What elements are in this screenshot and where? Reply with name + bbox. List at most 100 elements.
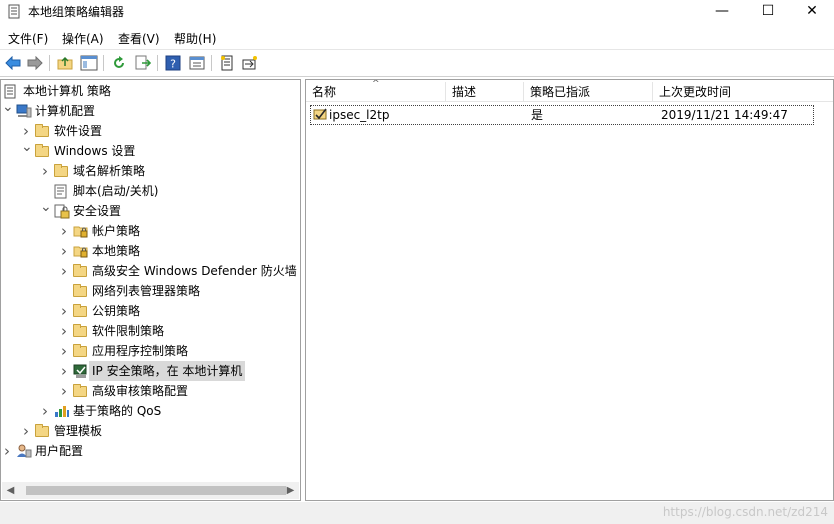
tree-item[interactable]: ⌄ 安全设置 bbox=[1, 199, 300, 221]
folder-icon bbox=[73, 344, 89, 358]
tree-item[interactable]: › 帐户策略 bbox=[1, 221, 300, 241]
tree-item[interactable]: 网络列表管理器策略 bbox=[1, 281, 300, 301]
folder-icon bbox=[54, 164, 70, 178]
close-button[interactable]: ✕ bbox=[790, 0, 834, 22]
up-folder-icon[interactable] bbox=[55, 53, 75, 73]
properties-icon[interactable] bbox=[187, 53, 207, 73]
folder-icon bbox=[73, 264, 89, 278]
tree-item-label: 高级安全 Windows Defender 防火墙 bbox=[92, 264, 297, 278]
tree-item-label: Windows 设置 bbox=[54, 144, 136, 158]
column-description-header[interactable]: 描述 bbox=[446, 82, 524, 102]
ip-security-icon bbox=[73, 364, 89, 378]
sort-ascending-icon: ^ bbox=[372, 79, 380, 89]
watermark-text: https://blog.csdn.net/zd214 bbox=[662, 505, 828, 519]
chevron-right-icon[interactable]: › bbox=[59, 381, 69, 401]
status-bar: https://blog.csdn.net/zd214 bbox=[0, 502, 834, 524]
forward-arrow-icon[interactable] bbox=[25, 53, 45, 73]
export-list-icon[interactable] bbox=[133, 53, 153, 73]
tree-item-label: 域名解析策略 bbox=[73, 164, 146, 178]
tree-item-label: 公钥策略 bbox=[92, 304, 141, 318]
tree-item-label: 软件限制策略 bbox=[92, 324, 165, 338]
security-settings-icon bbox=[54, 204, 70, 219]
tree-item[interactable]: 本地计算机 策略 bbox=[1, 81, 300, 101]
policy-app-icon bbox=[8, 4, 20, 19]
back-arrow-icon[interactable] bbox=[3, 53, 23, 73]
horizontal-scrollbar[interactable]: ◀ ▶ bbox=[2, 482, 299, 499]
menu-file[interactable]: 文件(F) bbox=[8, 30, 48, 47]
tree-item[interactable]: › 高级审核策略配置 bbox=[1, 381, 300, 401]
help-icon[interactable]: ? bbox=[163, 53, 183, 73]
chevron-right-icon[interactable]: › bbox=[59, 361, 69, 381]
folder-icon bbox=[35, 424, 51, 438]
script-icon bbox=[54, 184, 70, 199]
menu-help[interactable]: 帮助(H) bbox=[174, 30, 216, 47]
tree-item[interactable]: › 本地策略 bbox=[1, 241, 300, 261]
tree-item[interactable]: › 用户配置 bbox=[1, 441, 300, 461]
tree-item[interactable]: 脚本(启动/关机) bbox=[1, 181, 300, 201]
list-header: ^ 名称 描述 策略已指派 上次更改时间 bbox=[306, 79, 833, 102]
tree-item-label: 帐户策略 bbox=[92, 224, 141, 238]
maximize-button[interactable]: ☐ bbox=[746, 0, 790, 22]
new-policy-icon[interactable] bbox=[240, 53, 260, 73]
chevron-right-icon[interactable]: › bbox=[59, 301, 69, 321]
chevron-right-icon[interactable]: › bbox=[59, 321, 69, 341]
tree-item[interactable]: ⌄ Windows 设置 bbox=[1, 139, 300, 161]
tree-item[interactable]: › 公钥策略 bbox=[1, 301, 300, 321]
chevron-right-icon[interactable]: › bbox=[2, 441, 12, 461]
tree-item[interactable]: › 基于策略的 QoS bbox=[1, 401, 300, 421]
chevron-right-icon[interactable]: › bbox=[59, 261, 69, 281]
toolbar-separator bbox=[103, 55, 104, 71]
tree-item[interactable]: › 管理模板 bbox=[1, 421, 300, 441]
column-modified-header[interactable]: 上次更改时间 bbox=[653, 82, 833, 102]
menu-bar: 文件(F) 操作(A) 查看(V) 帮助(H) bbox=[0, 28, 834, 48]
chevron-right-icon[interactable]: › bbox=[21, 121, 31, 141]
column-name-label: 名称 bbox=[312, 85, 337, 99]
tree-item-label: 脚本(启动/关机) bbox=[73, 184, 159, 198]
tree-item-label: 用户配置 bbox=[35, 444, 84, 458]
toolbar: ? bbox=[0, 49, 834, 77]
toolbar-separator bbox=[211, 55, 212, 71]
tree-item[interactable]: › 高级安全 Windows Defender 防火墙 bbox=[1, 261, 300, 281]
chevron-right-icon[interactable]: › bbox=[40, 401, 50, 421]
tree-item[interactable]: › 软件限制策略 bbox=[1, 321, 300, 341]
tree-item-label: 本地计算机 策略 bbox=[23, 84, 111, 98]
tree-item[interactable]: › 域名解析策略 bbox=[1, 161, 300, 181]
policy-name-cell: ipsec_l2tp bbox=[329, 108, 390, 122]
column-name-header[interactable]: ^ 名称 bbox=[306, 79, 446, 102]
tree-item-label: IP 安全策略，在 本地计算机 bbox=[89, 361, 246, 381]
chevron-right-icon[interactable]: › bbox=[21, 421, 31, 441]
ip-policy-icon bbox=[313, 107, 329, 125]
scroll-right-arrow-icon[interactable]: ▶ bbox=[282, 482, 299, 499]
computer-icon bbox=[16, 104, 32, 118]
policy-doc-icon bbox=[4, 84, 20, 99]
filter-icon[interactable] bbox=[217, 53, 237, 73]
chevron-right-icon[interactable]: › bbox=[59, 241, 69, 261]
tree-item[interactable]: › IP 安全策略，在 本地计算机 bbox=[1, 361, 300, 381]
chevron-right-icon[interactable]: › bbox=[40, 161, 50, 181]
qos-chart-icon bbox=[54, 404, 70, 418]
tree-item-label: 安全设置 bbox=[73, 204, 122, 218]
tree-item[interactable]: › 应用程序控制策略 bbox=[1, 341, 300, 361]
refresh-icon[interactable] bbox=[109, 53, 129, 73]
details-list-pane[interactable]: ^ 名称 描述 策略已指派 上次更改时间 ipsec_l2tp 是 2019/1… bbox=[305, 79, 834, 501]
show-hide-tree-icon[interactable] bbox=[79, 53, 99, 73]
tree-item-label: 本地策略 bbox=[92, 244, 141, 258]
table-row[interactable]: ipsec_l2tp 是 2019/11/21 14:49:47 bbox=[310, 105, 814, 125]
column-assigned-header[interactable]: 策略已指派 bbox=[524, 82, 653, 102]
tree-item[interactable]: › 软件设置 bbox=[1, 121, 300, 141]
scrollbar-thumb[interactable] bbox=[26, 486, 286, 495]
menu-view[interactable]: 查看(V) bbox=[118, 30, 160, 47]
tree-item-label: 管理模板 bbox=[54, 424, 103, 438]
chevron-right-icon[interactable]: › bbox=[59, 221, 69, 241]
title-bar[interactable]: 本地组策略编辑器 — ☐ ✕ bbox=[0, 0, 834, 24]
console-tree-pane[interactable]: › 用户配置 › 管理模板 › 基于策略的 QoS › 高级审核策略配置 › IP 安全策略，在 … bbox=[0, 79, 301, 501]
minimize-button[interactable]: — bbox=[700, 0, 744, 22]
scroll-left-arrow-icon[interactable]: ◀ bbox=[2, 482, 19, 499]
menu-action[interactable]: 操作(A) bbox=[62, 30, 104, 47]
tree-item-label: 应用程序控制策略 bbox=[92, 344, 189, 358]
tree-item-label: 网络列表管理器策略 bbox=[92, 284, 201, 298]
chevron-right-icon[interactable]: › bbox=[59, 341, 69, 361]
tree-item[interactable]: ⌄ 计算机配置 bbox=[1, 99, 300, 121]
toolbar-separator bbox=[49, 55, 50, 71]
policy-assigned-cell: 是 bbox=[531, 108, 544, 122]
